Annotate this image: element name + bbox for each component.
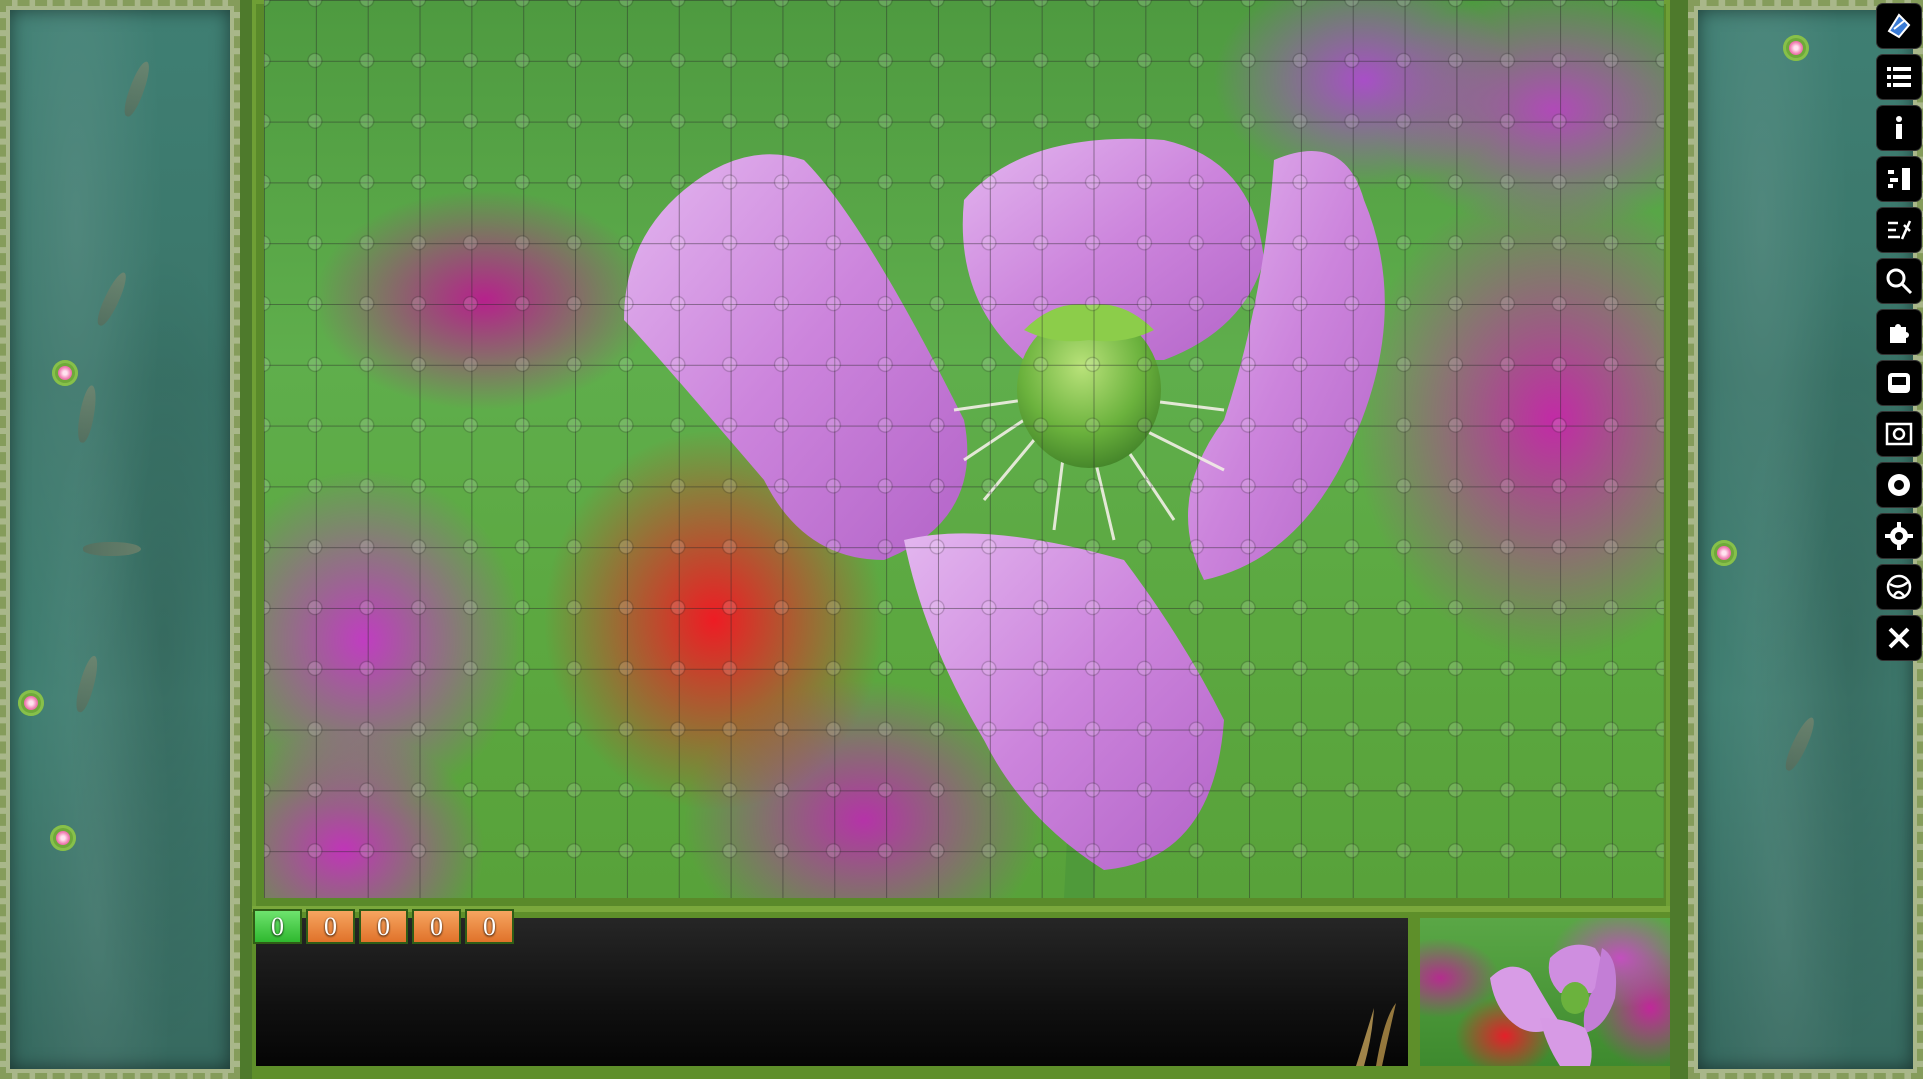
koi-fish xyxy=(72,654,102,714)
preview-flower xyxy=(1490,944,1617,1066)
menu-list-icon[interactable] xyxy=(1877,55,1921,99)
lily-pad xyxy=(52,360,78,386)
score-counter: 0 xyxy=(359,909,408,944)
lily-pad xyxy=(18,690,44,716)
close-x-icon[interactable] xyxy=(1877,616,1921,660)
scatter-pieces-icon[interactable] xyxy=(1877,157,1921,201)
score-counter: 0 xyxy=(465,909,514,944)
lily-pad xyxy=(50,825,76,851)
koi-fish xyxy=(83,542,141,556)
screenshot-icon[interactable] xyxy=(1877,412,1921,456)
score-counter: 0 xyxy=(306,909,355,944)
puzzle-board[interactable] xyxy=(264,0,1664,898)
preview-thumbnail[interactable] xyxy=(1420,918,1670,1066)
info-icon[interactable] xyxy=(1877,106,1921,150)
koi-fish xyxy=(75,384,99,444)
left-pond-decoration xyxy=(0,0,240,1079)
score-counter: 0 xyxy=(412,909,461,944)
score-counter: 0 xyxy=(253,909,302,944)
puzzle-piece-icon[interactable] xyxy=(1877,310,1921,354)
puzzle-logo-icon[interactable] xyxy=(1877,4,1921,48)
magnify-icon[interactable] xyxy=(1877,259,1921,303)
sort-edges-icon[interactable] xyxy=(1877,208,1921,252)
globe-icon[interactable] xyxy=(1877,565,1921,609)
ghost-image-icon[interactable] xyxy=(1877,361,1921,405)
score-counters: 0 0 0 0 0 xyxy=(253,909,514,944)
koi-fish xyxy=(93,269,131,329)
lily-pad xyxy=(1711,540,1737,566)
koi-fish xyxy=(120,59,154,119)
settings-gear-icon[interactable] xyxy=(1877,514,1921,558)
jigsaw-piece-grid xyxy=(264,0,1664,898)
koi-fish xyxy=(1781,714,1819,774)
background-icon[interactable] xyxy=(1877,463,1921,507)
lily-pad xyxy=(1783,35,1809,61)
game-toolbar xyxy=(1877,4,1921,660)
